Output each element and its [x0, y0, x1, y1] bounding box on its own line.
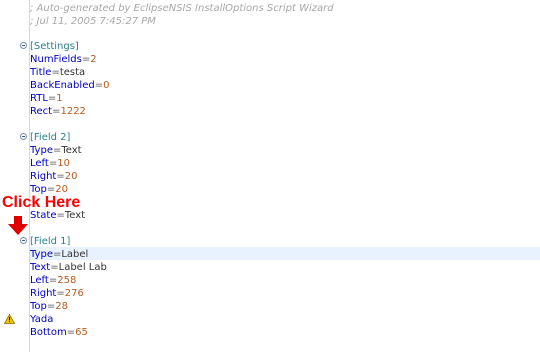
section-header-field-2: [Field 2] [30, 132, 71, 143]
entry-line: Title=testa [30, 67, 86, 78]
entry-key: Right [30, 171, 57, 182]
section-header-settings: [Settings] [30, 41, 79, 52]
entry-value: 2 [90, 54, 97, 65]
collapse-icon[interactable] [20, 133, 27, 140]
entry-line: Bottom=65 [30, 327, 88, 338]
entry-key: Type [30, 145, 53, 156]
entry-value: 1 [56, 93, 63, 104]
entry-value: Text [61, 145, 82, 156]
entry-key: Right [30, 288, 57, 299]
warning-icon[interactable] [4, 314, 15, 324]
arrow-down-icon [8, 216, 28, 235]
entry-line: Right=20 [30, 171, 78, 182]
editor-gutter[interactable] [0, 0, 18, 352]
entry-key: Title [30, 67, 52, 78]
entry-value: 258 [57, 275, 77, 286]
entry-key: Top [30, 301, 47, 312]
entry-line: Left=10 [30, 158, 70, 169]
entry-key: Left [30, 275, 49, 286]
entry-key: BackEnabled [30, 80, 95, 91]
entry-line: Left=258 [30, 275, 77, 286]
entry-value: Label [61, 249, 89, 260]
script-editor[interactable]: ; Auto-generated by EclipseNSIS InstallO… [0, 0, 540, 352]
entry-value: 28 [55, 301, 68, 312]
section-header-field-1: [Field 1] [30, 236, 71, 247]
entry-line: NumFields=2 [30, 54, 97, 65]
entry-line: Yada [30, 313, 53, 326]
entry-key: RTL [30, 93, 48, 104]
current-line-highlight [30, 247, 540, 260]
entry-value: testa [59, 67, 86, 78]
collapse-icon[interactable] [20, 42, 27, 49]
comment-line: ; Jul 11, 2005 7:45:27 PM [30, 16, 156, 27]
entry-key: Left [30, 158, 49, 169]
entry-line: Rect=1222 [30, 106, 86, 117]
entry-line: Type=Text [30, 145, 82, 156]
entry-line: BackEnabled=0 [30, 80, 110, 91]
entry-line: Right=276 [30, 288, 84, 299]
click-here-callout: Click Here [2, 194, 81, 211]
entry-value: Label Lab [58, 262, 107, 273]
entry-line: Type=Label [30, 249, 89, 260]
entry-key: Yada [30, 314, 54, 325]
entry-line: Top=28 [30, 301, 68, 312]
entry-value: 65 [75, 327, 88, 338]
entry-line: RTL=1 [30, 93, 63, 104]
entry-line: Text=Label Lab [30, 262, 107, 273]
entry-value: 10 [57, 158, 70, 169]
entry-value: 276 [64, 288, 84, 299]
collapse-icon[interactable] [20, 237, 27, 244]
entry-key: Type [30, 249, 53, 260]
entry-value: 0 [103, 80, 110, 91]
comment-line: ; Auto-generated by EclipseNSIS InstallO… [30, 3, 334, 14]
entry-key: NumFields [30, 54, 82, 65]
entry-value: 20 [64, 171, 78, 182]
entry-value: 1222 [60, 106, 86, 117]
entry-key: Rect [30, 106, 53, 117]
entry-key: Bottom [30, 327, 67, 338]
entry-key: Text [30, 262, 51, 273]
